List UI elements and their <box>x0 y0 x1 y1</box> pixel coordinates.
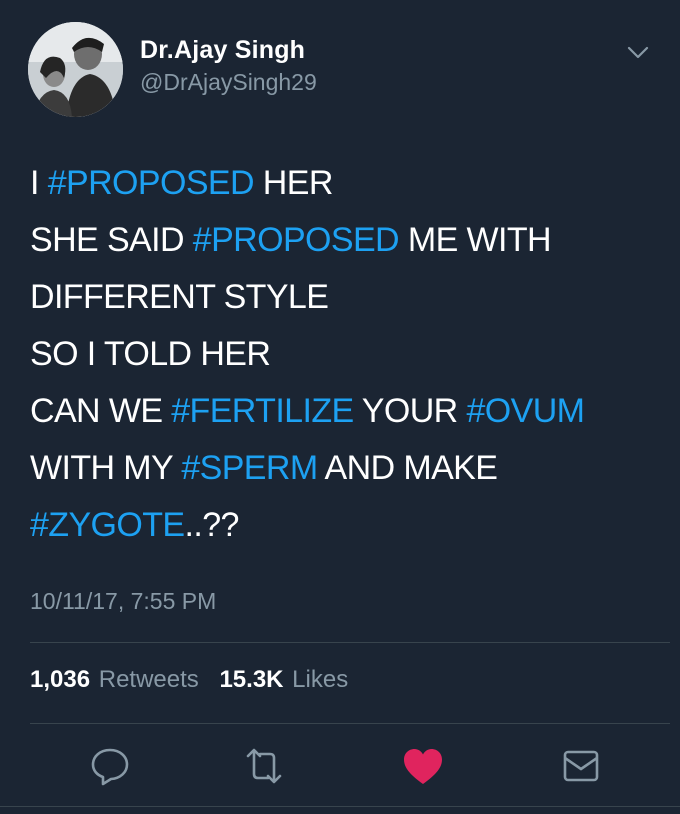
retweets-count[interactable]: 1,036 <box>30 666 90 693</box>
likes-count[interactable]: 15.3K <box>219 666 283 693</box>
likes-label[interactable]: Likes <box>292 666 348 693</box>
tweet-text-segment: ..?? <box>184 506 240 544</box>
action-bar <box>0 742 680 790</box>
tweet-text-segment: SO I TOLD HER <box>30 335 271 373</box>
divider <box>0 806 680 807</box>
avatar[interactable] <box>28 22 123 117</box>
tweet-timestamp[interactable]: 10/11/17, 7:55 PM <box>30 588 216 615</box>
tweet-header: Dr.Ajay Singh @DrAjaySingh29 <box>28 22 656 118</box>
tweet-text-segment: DIFFERENT STYLE <box>30 278 329 316</box>
tweet-line: SHE SAID #PROPOSED ME WITH <box>30 212 660 269</box>
heart-icon <box>404 749 442 784</box>
user-handle[interactable]: @DrAjaySingh29 <box>140 69 317 96</box>
tweet-stats: 1,036 Retweets 15.3K Likes <box>30 666 362 694</box>
retweet-icon <box>246 748 282 784</box>
hashtag-link[interactable]: #PROPOSED <box>193 221 400 259</box>
reply-icon <box>91 748 129 786</box>
tweet-text-segment: HER <box>253 164 334 202</box>
hashtag-link[interactable]: #SPERM <box>181 449 318 487</box>
message-button[interactable] <box>557 742 605 790</box>
tweet-line: DIFFERENT STYLE <box>30 269 660 326</box>
tweet-text-segment: I <box>30 164 48 202</box>
tweet-line: WITH MY #SPERM AND MAKE <box>30 440 660 497</box>
display-name[interactable]: Dr.Ajay Singh <box>140 36 317 65</box>
retweet-button[interactable] <box>240 742 288 790</box>
tweet-text-segment: CAN WE <box>30 392 172 430</box>
profile-photo-icon <box>28 22 123 117</box>
hashtag-link[interactable]: #PROPOSED <box>48 164 255 202</box>
like-button[interactable] <box>399 742 447 790</box>
tweet-line: CAN WE #FERTILIZE YOUR #OVUM <box>30 383 660 440</box>
user-names: Dr.Ajay Singh @DrAjaySingh29 <box>140 36 317 96</box>
hashtag-link[interactable]: #FERTILIZE <box>171 392 354 430</box>
hashtag-link[interactable]: #OVUM <box>466 392 585 430</box>
reply-button[interactable] <box>86 742 134 790</box>
message-icon <box>563 750 599 782</box>
tweet-line: #ZYGOTE..?? <box>30 497 660 554</box>
divider <box>30 723 670 724</box>
tweet-line: SO I TOLD HER <box>30 326 660 383</box>
retweets-label[interactable]: Retweets <box>99 666 199 693</box>
hashtag-link[interactable]: #ZYGOTE <box>30 506 185 544</box>
divider <box>30 642 670 643</box>
tweet-text: I #PROPOSED HER SHE SAID #PROPOSED ME WIT… <box>30 155 660 554</box>
tweet-text-segment: YOUR <box>353 392 467 430</box>
tweet-text-segment: AND MAKE <box>317 449 498 487</box>
tweet-text-segment: ME WITH <box>399 221 552 259</box>
chevron-down-icon[interactable] <box>626 44 650 62</box>
tweet-line: I #PROPOSED HER <box>30 155 660 212</box>
tweet-text-segment: SHE SAID <box>30 221 193 259</box>
tweet-text-segment: WITH MY <box>30 449 182 487</box>
